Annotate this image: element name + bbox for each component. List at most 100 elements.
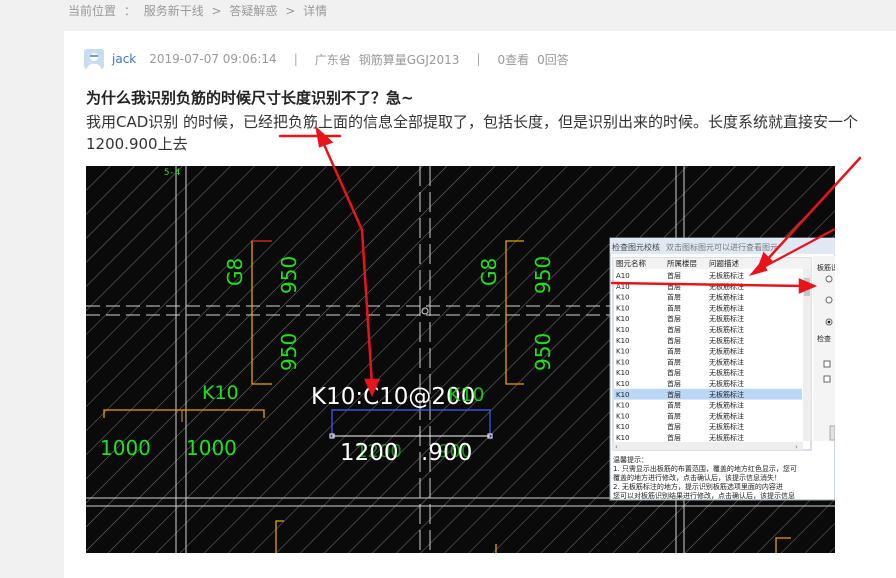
table-cell[interactable]: 无板筋标注 (709, 379, 744, 388)
dialog-tip-line: 覆盖的地方进行修改，点击确认后，该提示信息消失！ (613, 473, 781, 482)
table-cell[interactable]: 无板筋标注 (709, 347, 744, 356)
table-cell[interactable]: 首层 (667, 282, 681, 291)
table-cell[interactable]: 首层 (667, 379, 681, 388)
table-cell[interactable]: 无板筋标注 (709, 357, 744, 366)
table-header[interactable]: 问题描述 (709, 258, 739, 268)
post-answers: 0回答 (537, 52, 569, 67)
table-cell[interactable]: 首层 (667, 433, 681, 442)
table-hscrollbar[interactable] (613, 442, 803, 450)
table-cell[interactable]: 首层 (667, 347, 681, 356)
table-cell[interactable]: 无板筋标注 (709, 303, 744, 312)
check-dialog: 检查图元校核 双击图标图元可以进行查看图元 图元名称 所属楼层 问题描述 A10… (609, 237, 835, 501)
radio-option[interactable] (825, 296, 833, 304)
table-cell[interactable]: 无板筋标注 (709, 433, 744, 442)
breadcrumb-link-service[interactable]: 服务新干线 (144, 4, 204, 18)
post-province: 广东省 (314, 52, 351, 67)
table-cell[interactable]: 首层 (667, 411, 681, 420)
meta-divider: | (293, 52, 298, 66)
table-cell[interactable]: K10 (616, 391, 630, 399)
table-cell[interactable]: K10 (616, 423, 630, 431)
cad-drawing: 5-4 G8 950 950 G8 950 950 K10 1000 1000 (86, 166, 835, 553)
table-cell[interactable]: K10 (616, 380, 630, 388)
table-cell[interactable]: 无板筋标注 (709, 401, 744, 410)
table-header[interactable]: 所属楼层 (667, 258, 697, 268)
breadcrumb-colon: ： (123, 4, 136, 18)
side-panel-label: 检查 (817, 334, 831, 343)
table-vscroll-thumb[interactable] (804, 278, 810, 296)
cad-label-k10-overlay: K10 (448, 384, 485, 406)
avatar[interactable] (84, 49, 104, 69)
table-cell[interactable]: 首层 (667, 314, 681, 323)
table-cell[interactable]: 首层 (667, 401, 681, 410)
side-panel-title: 板筋识 (817, 263, 835, 272)
table-cell[interactable]: 无板筋标注 (709, 282, 744, 291)
cad-label-900: .900 (421, 440, 472, 466)
checkbox[interactable] (823, 360, 831, 368)
table-cell[interactable]: 无板筋标注 (709, 336, 744, 345)
breadcrumb-separator: > (285, 4, 296, 18)
cad-label-g8-right: G8 (477, 258, 501, 286)
checkbox[interactable] (823, 375, 831, 383)
cad-label-1000-a: 1000 (100, 436, 151, 460)
post-product: 钢筋算量GGJ2013 (358, 52, 460, 67)
cad-screenshot: 5-4 G8 950 950 G8 950 950 K10 1000 1000 (86, 166, 835, 553)
table-cell[interactable]: 首层 (667, 357, 681, 366)
table-cell[interactable]: A10 (616, 283, 630, 291)
table-cell[interactable]: 首层 (667, 390, 681, 399)
table-row-selected[interactable] (614, 388, 802, 400)
table-cell[interactable]: A10 (616, 272, 630, 280)
table-cell[interactable]: 无板筋标注 (709, 411, 744, 420)
breadcrumb-current: 详情 (303, 4, 328, 18)
table-cell[interactable]: K10 (616, 326, 630, 334)
cad-label-950-a: 950 (277, 256, 301, 294)
cad-label-950-d: 950 (531, 333, 555, 371)
breadcrumb-link-qa[interactable]: 答疑解惑 (229, 4, 277, 18)
table-cell[interactable]: 无板筋标注 (709, 422, 744, 431)
breadcrumb-separator: > (211, 4, 222, 18)
table-cell[interactable]: 无板筋标注 (709, 368, 744, 377)
meta-divider: | (476, 52, 481, 66)
table-cell[interactable]: 无板筋标注 (709, 293, 744, 302)
table-cell[interactable]: 首层 (667, 303, 681, 312)
table-cell[interactable]: 无板筋标注 (709, 390, 744, 399)
table-cell[interactable]: 无板筋标注 (709, 271, 744, 280)
table-cell[interactable]: K10 (616, 304, 630, 312)
table-cell[interactable]: K10 (616, 402, 630, 410)
cad-label-1200: 1200 (340, 440, 399, 466)
table-cell[interactable]: K10 (616, 348, 630, 356)
scroll-left-icon[interactable]: ‹ (615, 443, 618, 451)
table-cell[interactable]: K10 (616, 294, 630, 302)
cad-label-950-c: 950 (531, 256, 555, 294)
table-cell[interactable]: 首层 (667, 271, 681, 280)
dialog-tip-line: 2. 无板筋标注的地方，提示识别板筋选项里面的内容进 (613, 482, 783, 491)
table-cell[interactable]: 首层 (667, 336, 681, 345)
table-cell[interactable]: 首层 (667, 293, 681, 302)
table-cell[interactable]: K10 (616, 412, 630, 420)
table-cell[interactable]: K10 (616, 434, 630, 442)
table-cell[interactable]: 无板筋标注 (709, 314, 744, 323)
breadcrumb: 当前位置 ： 服务新干线 > 答疑解惑 > 详情 (68, 2, 327, 18)
radio-option[interactable] (825, 275, 833, 283)
dialog-tips-title: 温馨提示： (613, 455, 648, 464)
dialog-tip-line: 您可以对板筋识别结果进行修改，点击确认后，该提示信息 (613, 491, 795, 500)
question-title: 为什么我识别负筋的时候尺寸长度识别不了？急~ (86, 89, 414, 107)
table-cell[interactable]: K10 (616, 337, 630, 345)
post-author[interactable]: jack (112, 52, 136, 66)
dialog-button[interactable] (829, 425, 835, 441)
table-cell[interactable]: 首层 (667, 422, 681, 431)
post-meta: jack 2019-07-07 09:06:14 | 广东省 钢筋算量GGJ20… (84, 49, 569, 69)
table-cell[interactable]: K10 (616, 315, 630, 323)
dialog-side-panel (813, 256, 835, 441)
table-header[interactable]: 图元名称 (616, 258, 646, 268)
dialog-tip-line: 1. 只需显示出板筋的布置范围，覆盖的地方红色显示，您可 (613, 464, 797, 473)
table-cell[interactable]: 无板筋标注 (709, 325, 744, 334)
dialog-title: 检查图元校核 (612, 242, 660, 252)
table-cell[interactable]: K10 (616, 358, 630, 366)
cad-label-g8-left: G8 (223, 258, 247, 286)
cad-label-950-b: 950 (277, 333, 301, 371)
scroll-right-icon[interactable]: › (795, 443, 798, 451)
table-cell[interactable]: 首层 (667, 325, 681, 334)
cad-axis-label: 5-4 (164, 168, 180, 178)
table-cell[interactable]: 首层 (667, 368, 681, 377)
table-cell[interactable]: K10 (616, 369, 630, 377)
